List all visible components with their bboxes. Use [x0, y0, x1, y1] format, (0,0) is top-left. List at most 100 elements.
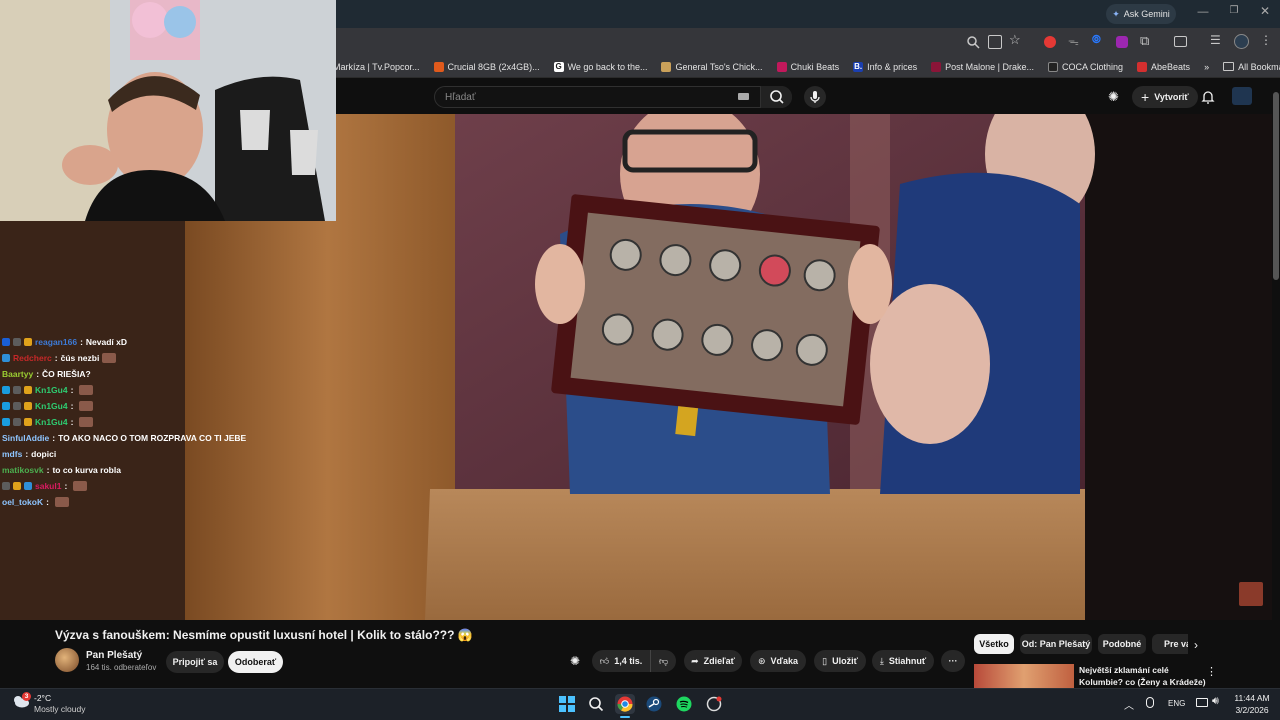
bookmarks-overflow-button[interactable]: »: [1197, 62, 1216, 72]
display-tray-icon[interactable]: [1196, 698, 1208, 707]
ask-sparkle-icon[interactable]: ✺: [570, 654, 580, 668]
more-actions-button[interactable]: ···: [941, 650, 965, 672]
channel-avatar[interactable]: [55, 648, 79, 672]
weather-condition[interactable]: Mostly cloudy: [34, 704, 86, 714]
chat-badge-icon: [2, 354, 10, 362]
volume-tray-icon[interactable]: 🔊︎: [1212, 695, 1219, 708]
chat-username: mdfs: [2, 449, 23, 459]
chat-message-text: to co kurva robla: [52, 465, 121, 475]
chat-message-text: dopici: [31, 449, 57, 459]
extension-blue-icon[interactable]: ⦾: [1092, 34, 1101, 47]
chat-message: sakul1:: [2, 478, 302, 494]
bookmark-chuki-beats[interactable]: Chuki Beats: [770, 61, 847, 72]
bookmark-we-go-back[interactable]: G We go back to the...: [547, 61, 655, 72]
related-video-title-line2[interactable]: Kolumbie? co (Ženy a Krádeže): [1079, 677, 1206, 687]
chip-for-you[interactable]: Pre vás: [1152, 634, 1188, 654]
chip-all[interactable]: Všetko: [974, 634, 1014, 654]
chat-username: matikosvk: [2, 465, 44, 475]
chip-similar[interactable]: Podobné: [1098, 634, 1146, 654]
chat-username: sakul1: [35, 481, 62, 491]
spotify-taskbar-icon[interactable]: [674, 694, 694, 714]
reading-list-icon[interactable]: ☰: [1210, 33, 1221, 47]
search-button[interactable]: [760, 86, 792, 108]
clock-date[interactable]: 3/2/2026: [1228, 705, 1276, 715]
thanks-button[interactable]: ⊛ Vďaka: [750, 650, 806, 672]
weather-temperature[interactable]: -2°C: [34, 693, 51, 703]
extension-grey-icon[interactable]: ᯓ: [1068, 34, 1079, 49]
start-windows-icon[interactable]: [557, 694, 577, 714]
notifications-bell-icon[interactable]: [1200, 89, 1216, 105]
chips-next-arrow-icon[interactable]: ›: [1194, 638, 1198, 652]
channel-watermark[interactable]: [1239, 582, 1263, 606]
folder-icon: [1223, 62, 1235, 71]
sparkle-icon[interactable]: ✺: [1108, 89, 1124, 105]
address-bar[interactable]: [336, 31, 1030, 53]
chat-separator: :: [25, 449, 29, 459]
chat-badge-icon: [13, 338, 21, 346]
show-hidden-icons-chevron[interactable]: ︿: [1124, 697, 1134, 712]
chat-message: matikosvk: to co kurva robla: [2, 462, 302, 478]
chrome-active-indicator: [620, 716, 630, 718]
chat-message: Kn1Gu4:: [2, 382, 302, 398]
subscribe-button[interactable]: Odoberať: [228, 651, 283, 673]
related-video-title-line1[interactable]: Největší zklamání celé: [1079, 665, 1169, 675]
thumbs-up-icon: 👍︎: [599, 655, 610, 666]
microphone-tray-icon[interactable]: [1146, 697, 1154, 708]
dislike-button[interactable]: 👎︎: [650, 650, 676, 672]
save-button[interactable]: ▯ Uložiť: [814, 650, 866, 672]
chat-badge-icon: [2, 402, 10, 410]
input-language[interactable]: ENG: [1168, 699, 1185, 708]
chat-badge-icon: [13, 386, 21, 394]
download-button[interactable]: ⤓ Stiahnuť: [872, 650, 934, 672]
chat-badge-icon: [13, 402, 21, 410]
all-bookmarks-button[interactable]: All Bookmarks: [1216, 62, 1280, 72]
bookmark-markiza[interactable]: Markíza | Tv.Popcor...: [326, 62, 427, 72]
microphone-icon: [810, 91, 820, 103]
clock-time[interactable]: 11:44 AM: [1228, 693, 1276, 703]
steam-taskbar-icon[interactable]: [644, 694, 664, 714]
minimize-window-button[interactable]: —: [1195, 6, 1211, 22]
chat-separator: :: [46, 497, 49, 507]
chat-username: Kn1Gu4: [35, 385, 68, 395]
coca-favicon: [1048, 61, 1058, 72]
account-avatar[interactable]: [1232, 87, 1252, 105]
weather-alert-badge: 3: [22, 692, 31, 701]
create-button[interactable]: + Vytvoriť: [1132, 86, 1198, 108]
chat-separator: :: [70, 385, 74, 395]
maximize-window-button[interactable]: ❐: [1226, 5, 1242, 21]
b-favicon: B.: [853, 61, 864, 72]
extensions-puzzle-icon[interactable]: ⧉: [1140, 33, 1149, 49]
related-video-menu-icon[interactable]: ⋮: [1206, 665, 1217, 678]
chat-emote-icon: [79, 401, 94, 411]
zoom-icon[interactable]: [966, 35, 980, 49]
like-button[interactable]: 👍︎ 1,4 tis.: [592, 650, 650, 672]
bookmark-star-icon[interactable]: ☆: [1009, 32, 1021, 48]
bookmark-coca-clothing[interactable]: COCA Clothing: [1041, 61, 1130, 72]
bookmark-post-malone[interactable]: Post Malone | Drake...: [924, 61, 1041, 72]
related-video-thumbnail[interactable]: [974, 664, 1074, 688]
app-taskbar-icon[interactable]: [704, 694, 724, 714]
bookmark-crucial[interactable]: Crucial 8GB (2x4GB)...: [427, 61, 547, 72]
bookmark-abebeats[interactable]: AbeBeats: [1130, 61, 1197, 72]
join-button[interactable]: Pripojiť sa: [166, 651, 224, 673]
voice-search-button[interactable]: [804, 86, 826, 108]
keyboard-icon[interactable]: [738, 93, 749, 100]
chat-badge-icon: [2, 386, 10, 394]
page-scrollbar-thumb[interactable]: [1273, 92, 1279, 280]
chrome-menu-icon[interactable]: ⋮: [1260, 33, 1272, 47]
close-window-button[interactable]: ✕: [1257, 4, 1273, 20]
bookmark-general-tso[interactable]: General Tso's Chick...: [654, 61, 769, 72]
extension-red-icon[interactable]: [1044, 36, 1056, 48]
chip-from-channel[interactable]: Od: Pan Plešatý: [1020, 634, 1092, 654]
bookmark-info-prices[interactable]: B. Info & prices: [846, 61, 924, 72]
chrome-taskbar-icon[interactable]: [615, 694, 635, 714]
share-button[interactable]: ➦ Zdieľať: [684, 650, 742, 672]
profile-avatar[interactable]: [1234, 34, 1249, 49]
side-panel-icon[interactable]: [1174, 36, 1187, 47]
channel-name[interactable]: Pan Plešatý: [86, 650, 142, 661]
extension-purple-icon[interactable]: [1116, 36, 1128, 48]
install-app-icon[interactable]: [988, 35, 1002, 49]
chat-separator: :: [70, 401, 74, 411]
taskbar-search-icon[interactable]: [586, 694, 606, 714]
ask-gemini-button[interactable]: ✦ Ask Gemini: [1106, 4, 1176, 24]
